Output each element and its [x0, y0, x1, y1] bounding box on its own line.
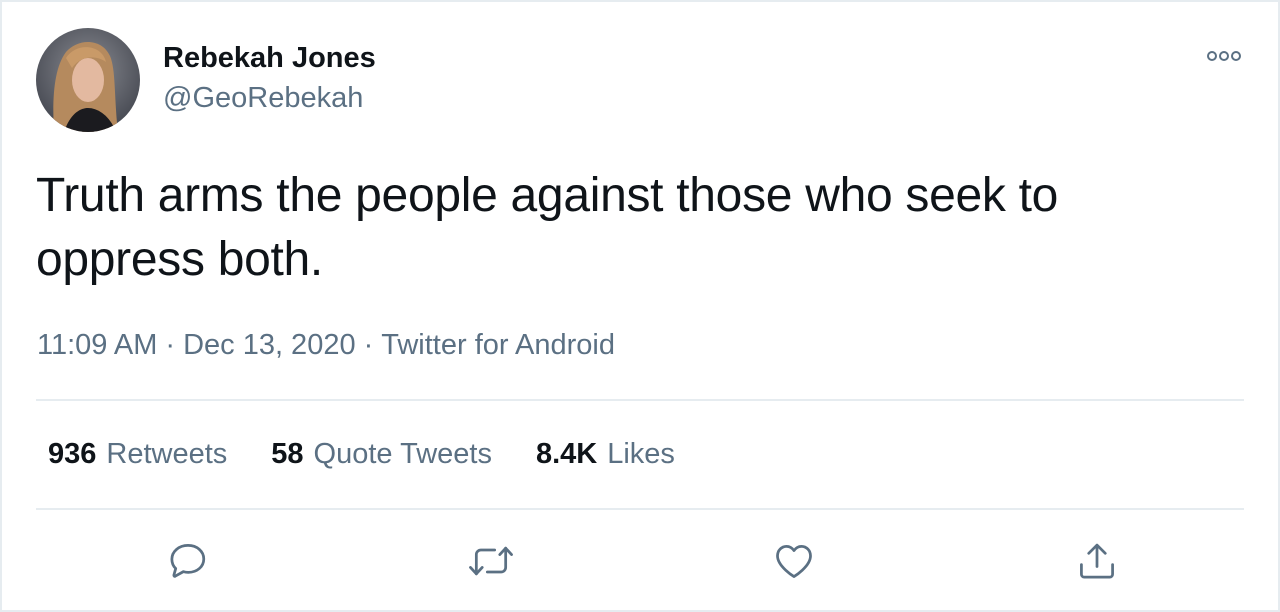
stat-retweets[interactable]: 936 Retweets [48, 435, 227, 473]
author-handle[interactable]: @GeoRebekah [163, 79, 376, 117]
tweet-card: Rebekah Jones @GeoRebekah Truth arms the… [0, 0, 1280, 612]
stat-count: 936 [48, 438, 97, 470]
stat-count: 8.4K [535, 438, 598, 470]
meta-separator: · [363, 329, 374, 361]
divider [36, 508, 1244, 510]
tweet-header: Rebekah Jones @GeoRebekah [36, 28, 376, 132]
tweet-time[interactable]: 11:09 AM [37, 329, 157, 361]
tweet-source[interactable]: Twitter for Android [381, 329, 615, 361]
retweet-button[interactable] [466, 536, 516, 586]
reply-icon [170, 544, 206, 578]
share-button[interactable] [1072, 536, 1122, 586]
stat-label: Likes [607, 438, 675, 470]
reply-button[interactable] [163, 536, 213, 586]
tweet-text: Truth arms the people against those who … [36, 169, 1059, 286]
retweet-icon [469, 546, 513, 576]
author-names: Rebekah Jones @GeoRebekah [163, 40, 376, 117]
like-button[interactable] [769, 536, 819, 586]
tweet-meta: 11:09 AM · Dec 13, 2020 · Twitter for Androi… [37, 326, 615, 364]
more-options-button[interactable] [1204, 44, 1244, 68]
tweet-actions [2, 536, 1278, 586]
divider [36, 399, 1244, 401]
tweet-date[interactable]: Dec 13, 2020 [183, 329, 356, 361]
like-icon [776, 544, 812, 578]
meta-separator: · [165, 329, 176, 361]
stat-likes[interactable]: 8.4K Likes [536, 435, 675, 473]
stat-label: Retweets [106, 438, 228, 470]
stat-count: 58 [271, 438, 304, 470]
stat-label: Quote Tweets [313, 438, 492, 470]
avatar[interactable] [36, 28, 140, 132]
author-display-name[interactable]: Rebekah Jones [163, 40, 376, 76]
more-icon [1207, 51, 1241, 61]
tweet-stats: 936 Retweets 58 Quote Tweets 8.4K Likes [48, 435, 719, 473]
stat-quote-tweets[interactable]: 58 Quote Tweets [271, 435, 492, 473]
share-icon [1080, 543, 1114, 579]
